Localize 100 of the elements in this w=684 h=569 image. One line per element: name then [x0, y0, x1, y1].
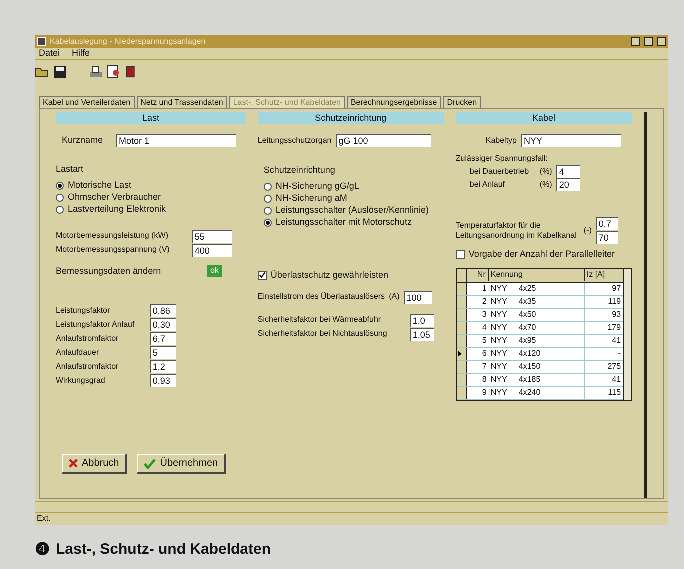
checkbox[interactable]	[258, 271, 267, 280]
input-field[interactable]: NYY	[521, 134, 622, 147]
input-field[interactable]: 20	[556, 178, 580, 191]
row-selector[interactable]	[456, 308, 467, 320]
table-cell-text: NYY	[490, 386, 508, 398]
table-cell-text: 6	[481, 348, 488, 360]
table-cell-text: 275	[606, 360, 622, 372]
input-field[interactable]: 100	[404, 290, 432, 304]
input-field[interactable]: 1,0	[410, 314, 434, 326]
menu-item[interactable]: Hilfe	[72, 46, 90, 60]
field-label: Leistungsfaktor	[56, 304, 110, 316]
table-cell: 4x25	[518, 282, 585, 294]
table-cell-text: 115	[607, 386, 622, 398]
minimize-button[interactable]	[631, 37, 640, 46]
radio-label: Lastverteilung Elektronik	[68, 202, 166, 216]
row-selector[interactable]	[456, 360, 467, 372]
input-field[interactable]: 0,86	[150, 304, 176, 317]
input-field[interactable]: 1,2	[150, 360, 176, 373]
table-cell: 4x35	[518, 296, 585, 308]
unit-label: (%)	[540, 166, 552, 178]
unit-label: (A)	[389, 291, 400, 303]
radio-button[interactable]	[264, 195, 272, 203]
field-label: Einstellstrom des Überlastauslösers	[258, 291, 386, 303]
column-header: Kennung	[488, 269, 585, 281]
input-field[interactable]: Motor 1	[116, 134, 236, 148]
maximize-button[interactable]	[644, 37, 653, 46]
input-field[interactable]: 70	[596, 231, 618, 244]
radio-button[interactable]	[56, 206, 64, 214]
close-button[interactable]	[657, 37, 666, 46]
row-selector[interactable]	[456, 282, 467, 294]
apply-button[interactable]: Übernehmen	[137, 454, 226, 474]
unit-label: (%)	[540, 178, 552, 190]
field-label: Wirkungsgrad	[56, 374, 106, 386]
row-selector[interactable]	[456, 322, 467, 334]
tab[interactable]: Berechnungsergebnisse	[346, 96, 442, 108]
row-selector[interactable]	[456, 334, 467, 346]
group-label: Schutzeinrichtung	[264, 165, 336, 175]
group-label: Zulässiger Spannungsfall:	[456, 153, 549, 165]
table-cell-text: 2	[481, 296, 488, 308]
table-cell: 4x95	[518, 334, 585, 346]
table-cell-text: 8	[481, 374, 488, 386]
row-selector[interactable]	[456, 374, 467, 386]
ok-button[interactable]: ok	[207, 265, 222, 278]
radio-label: Ohmscher Verbraucher	[68, 190, 162, 204]
cross-icon	[69, 459, 78, 468]
row-selector[interactable]	[456, 386, 467, 398]
input-field[interactable]: 55	[192, 230, 232, 242]
section-header: Schutzeinrichtung	[258, 112, 444, 124]
table-cell: 4x240	[518, 386, 585, 398]
table-cell-text: NYY	[490, 296, 508, 308]
cancel-button[interactable]: Abbruch	[62, 454, 128, 474]
table-cell-text: 119	[607, 296, 622, 308]
checkbox[interactable]	[456, 250, 465, 260]
column-header: Nr	[466, 269, 489, 281]
input-field[interactable]: 1,05	[410, 328, 434, 340]
row-selector[interactable]	[456, 296, 467, 308]
table-cell-text: NYY	[490, 282, 508, 294]
row-selector[interactable]	[456, 348, 467, 360]
input-field[interactable]: 5	[150, 346, 176, 359]
input-field[interactable]: 0,93	[150, 374, 176, 387]
group-label: Lastart	[56, 164, 84, 174]
table-cell: 4x150	[518, 360, 585, 372]
checkbox-label: Vorgabe der Anzahl der Parallelleiter	[468, 248, 615, 261]
input-field[interactable]: 0,7	[596, 217, 618, 230]
row-pointer-icon	[456, 350, 463, 356]
printer-icon[interactable]	[89, 65, 103, 79]
radio-label: Leistungsschalter (Auslöser/Kennlinie)	[276, 204, 429, 218]
save-icon[interactable]	[53, 65, 67, 79]
app-icon	[37, 37, 46, 46]
table-cell: 4x70	[518, 322, 585, 334]
table-cell-text: NYY	[490, 322, 508, 334]
radio-button[interactable]	[264, 207, 272, 215]
table-cell-text: 3	[481, 308, 488, 320]
status-text: Ext.	[37, 513, 51, 525]
unit-label: (-)	[584, 224, 592, 236]
section-header: Kabel	[456, 112, 632, 124]
table-cell-text: 41	[611, 374, 622, 386]
input-field[interactable]: 0,30	[150, 318, 176, 331]
input-field[interactable]: gG 100	[336, 134, 431, 147]
checkmark-icon	[144, 458, 156, 468]
table-cell: 4x50	[518, 308, 585, 320]
column-header: Iz [A]	[586, 269, 606, 281]
radio-button[interactable]	[56, 194, 64, 202]
table-cell: 4x185	[518, 374, 585, 386]
tab[interactable]: Netz und Trassendaten	[136, 96, 228, 108]
tab[interactable]: Drucken	[443, 96, 482, 108]
input-field[interactable]: 6,7	[150, 332, 176, 345]
radio-button[interactable]	[264, 183, 272, 191]
input-field[interactable]: 4	[556, 165, 580, 178]
input-field[interactable]: 400	[192, 244, 232, 256]
field-label: Bemessungsdaten ändern	[56, 264, 162, 278]
tab[interactable]: Kabel und Verteilerdaten	[39, 96, 135, 108]
menu-item[interactable]: Datei	[39, 46, 60, 60]
table-cell: 4x120	[518, 348, 585, 360]
field-label: Leitungsschutzorgan	[258, 134, 332, 146]
caption-number: ❹	[35, 539, 50, 561]
table-cell-text: 179	[606, 322, 622, 334]
exit-door-icon[interactable]	[125, 65, 137, 79]
radio-button[interactable]	[56, 182, 64, 190]
radio-button[interactable]	[264, 219, 272, 227]
